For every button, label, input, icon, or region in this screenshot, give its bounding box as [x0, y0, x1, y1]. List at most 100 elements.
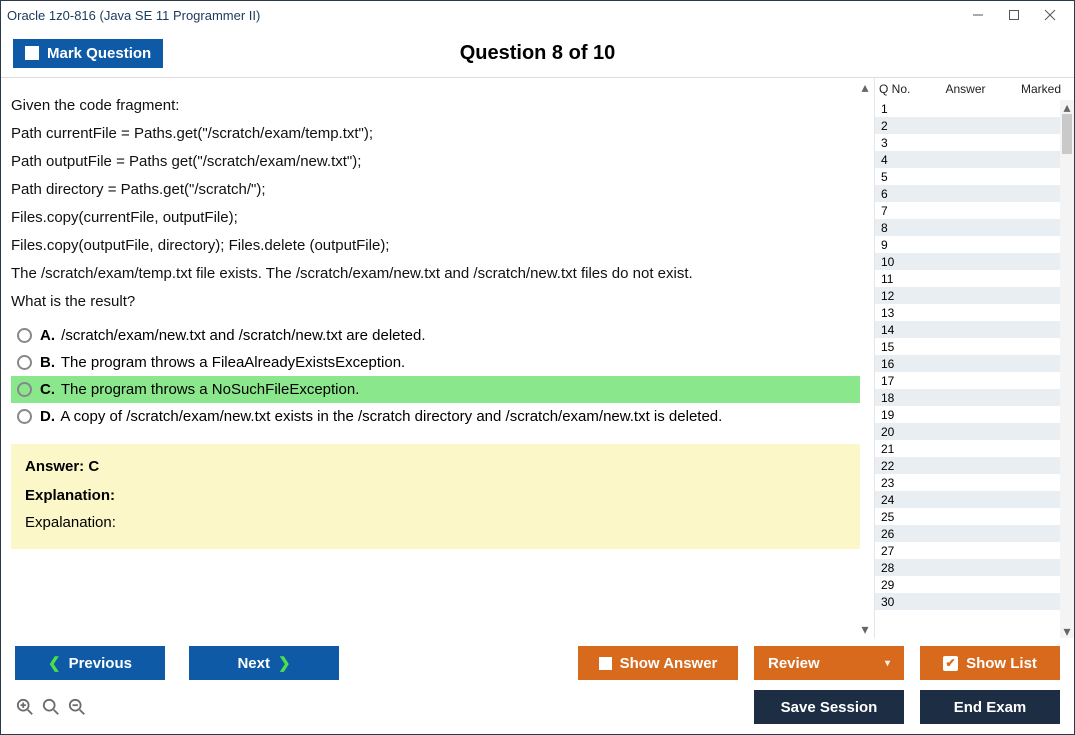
answer-option[interactable]: C. The program throws a NoSuchFileExcept…	[11, 376, 860, 403]
explanation-body: Expalanation:	[25, 514, 846, 531]
scroll-up-icon[interactable]: ▴	[1060, 100, 1074, 114]
window-title: Oracle 1z0-816 (Java SE 11 Programmer II…	[7, 8, 960, 23]
grid-row[interactable]: 6	[875, 185, 1060, 202]
mark-question-button[interactable]: Mark Question	[13, 39, 163, 68]
zoom-in-icon[interactable]	[15, 697, 35, 717]
question-list-panel: Q No. Answer Marked 12345678910111213141…	[874, 78, 1074, 638]
scrollbar-track[interactable]	[1060, 114, 1074, 624]
question-line: The /scratch/exam/temp.txt file exists. …	[11, 263, 860, 284]
grid-row[interactable]: 4	[875, 151, 1060, 168]
col-answer: Answer	[919, 82, 1012, 96]
close-button[interactable]	[1032, 3, 1068, 27]
grid-row[interactable]: 8	[875, 219, 1060, 236]
grid-rows: 1234567891011121314151617181920212223242…	[875, 100, 1060, 638]
grid-row[interactable]: 12	[875, 287, 1060, 304]
minimize-button[interactable]	[960, 3, 996, 27]
end-exam-button[interactable]: End Exam	[920, 690, 1060, 724]
grid-row[interactable]: 13	[875, 304, 1060, 321]
grid-qno: 24	[881, 493, 921, 507]
grid-row[interactable]: 27	[875, 542, 1060, 559]
grid-qno: 23	[881, 476, 921, 490]
grid-row[interactable]: 19	[875, 406, 1060, 423]
zoom-icon[interactable]	[41, 697, 61, 717]
grid-row[interactable]: 30	[875, 593, 1060, 610]
grid-row[interactable]: 25	[875, 508, 1060, 525]
grid-qno: 12	[881, 289, 921, 303]
grid-qno: 27	[881, 544, 921, 558]
col-marked: Marked	[1012, 82, 1070, 96]
save-session-label: Save Session	[781, 699, 878, 716]
question-line: Given the code fragment:	[11, 95, 860, 116]
grid-row[interactable]: 20	[875, 423, 1060, 440]
grid-row[interactable]: 14	[875, 321, 1060, 338]
answer-box: Answer: C Explanation: Expalanation:	[11, 444, 860, 549]
grid-qno: 18	[881, 391, 921, 405]
checkbox-icon	[25, 46, 39, 60]
review-button[interactable]: Review ▾	[754, 646, 904, 680]
nav-buttons: ❮ Previous Next ❯	[15, 646, 339, 680]
question-line: Files.copy(outputFile, directory); Files…	[11, 235, 860, 256]
answer-option-text: B. The program throws a FileaAlreadyExis…	[40, 354, 405, 371]
footer-row-2-right: Save Session End Exam	[754, 690, 1060, 724]
square-icon	[599, 657, 612, 670]
main-body: ▴ Given the code fragment: Path currentFi…	[1, 77, 1074, 638]
grid-qno: 10	[881, 255, 921, 269]
scrollbar-thumb[interactable]	[1062, 114, 1072, 154]
grid-row[interactable]: 7	[875, 202, 1060, 219]
grid-qno: 15	[881, 340, 921, 354]
grid-qno: 30	[881, 595, 921, 609]
grid-qno: 25	[881, 510, 921, 524]
grid-qno: 21	[881, 442, 921, 456]
grid-row[interactable]: 28	[875, 559, 1060, 576]
answer-option-text: C. The program throws a NoSuchFileExcept…	[40, 381, 359, 398]
grid-row[interactable]: 23	[875, 474, 1060, 491]
grid-row[interactable]: 26	[875, 525, 1060, 542]
save-session-button[interactable]: Save Session	[754, 690, 904, 724]
grid-row[interactable]: 5	[875, 168, 1060, 185]
mark-question-label: Mark Question	[47, 45, 151, 62]
grid-row[interactable]: 1	[875, 100, 1060, 117]
question-counter: Question 8 of 10	[460, 42, 616, 65]
grid-row[interactable]: 22	[875, 457, 1060, 474]
answer-option[interactable]: A. /scratch/exam/new.txt and /scratch/ne…	[11, 322, 860, 349]
grid-row[interactable]: 29	[875, 576, 1060, 593]
grid-row[interactable]: 11	[875, 270, 1060, 287]
grid-row[interactable]: 2	[875, 117, 1060, 134]
chevron-right-icon: ❯	[278, 654, 291, 672]
zoom-out-icon[interactable]	[67, 697, 87, 717]
zoom-controls	[15, 697, 87, 717]
grid-row[interactable]: 17	[875, 372, 1060, 389]
grid-row[interactable]: 9	[875, 236, 1060, 253]
grid-qno: 1	[881, 102, 921, 116]
next-button[interactable]: Next ❯	[189, 646, 339, 680]
show-answer-button[interactable]: Show Answer	[578, 646, 738, 680]
chevron-left-icon: ❮	[48, 654, 61, 672]
radio-icon	[17, 409, 32, 424]
maximize-button[interactable]	[996, 3, 1032, 27]
question-line: Path outputFile = Paths get("/scratch/ex…	[11, 151, 860, 172]
question-scroll-area[interactable]: ▴ Given the code fragment: Path currentFi…	[1, 78, 874, 638]
grid-qno: 8	[881, 221, 921, 235]
grid-row[interactable]: 16	[875, 355, 1060, 372]
question-line: Path currentFile = Paths.get("/scratch/e…	[11, 123, 860, 144]
answer-option-text: D. A copy of /scratch/exam/new.txt exist…	[40, 408, 722, 425]
question-line: Path directory = Paths.get("/scratch/");	[11, 179, 860, 200]
scroll-down-icon[interactable]: ▾	[858, 622, 872, 636]
grid-qno: 17	[881, 374, 921, 388]
grid-row[interactable]: 3	[875, 134, 1060, 151]
answer-option[interactable]: D. A copy of /scratch/exam/new.txt exist…	[11, 403, 860, 430]
review-label: Review	[768, 655, 820, 672]
scroll-up-icon[interactable]: ▴	[858, 80, 872, 94]
grid-scrollbar[interactable]: ▴ ▾	[1060, 100, 1074, 638]
grid-row[interactable]: 10	[875, 253, 1060, 270]
grid-qno: 4	[881, 153, 921, 167]
grid-row[interactable]: 24	[875, 491, 1060, 508]
show-answer-label: Show Answer	[620, 655, 718, 672]
grid-row[interactable]: 15	[875, 338, 1060, 355]
grid-row[interactable]: 21	[875, 440, 1060, 457]
previous-button[interactable]: ❮ Previous	[15, 646, 165, 680]
scroll-down-icon[interactable]: ▾	[1060, 624, 1074, 638]
grid-row[interactable]: 18	[875, 389, 1060, 406]
show-list-button[interactable]: ✔ Show List	[920, 646, 1060, 680]
answer-option[interactable]: B. The program throws a FileaAlreadyExis…	[11, 349, 860, 376]
